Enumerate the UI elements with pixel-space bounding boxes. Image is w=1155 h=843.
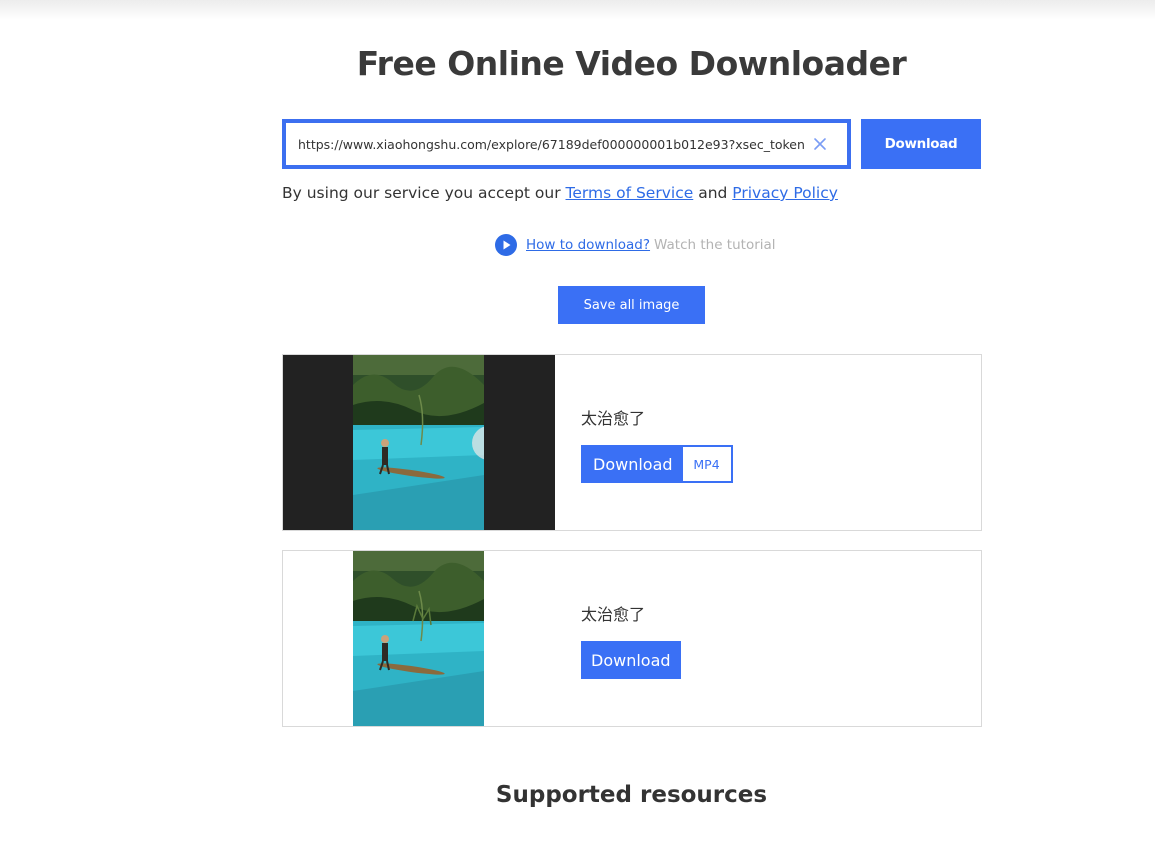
result-title: 太治愈了 [581, 605, 646, 624]
thumbnail-container [283, 355, 555, 530]
result-title: 太治愈了 [581, 409, 646, 428]
download-format-group[interactable]: Download MP4 [581, 445, 733, 483]
page-title: Free Online Video Downloader [356, 44, 907, 83]
url-input[interactable] [298, 136, 808, 152]
result-download-button[interactable]: Download [583, 447, 683, 481]
result-card: 太治愈了 Download [282, 550, 982, 727]
terms-notice: By using our service you accept our Term… [282, 184, 838, 202]
play-circle-icon[interactable] [495, 234, 517, 256]
privacy-policy-link[interactable]: Privacy Policy [732, 184, 838, 202]
supported-resources-heading: Supported resources [495, 782, 768, 808]
how-to-download: How to download? Watch the tutorial [495, 234, 776, 256]
top-shadow [0, 0, 1155, 20]
result-download-button[interactable]: Download [581, 641, 681, 679]
video-play-icon[interactable] [472, 426, 484, 460]
terms-and: and [693, 184, 733, 202]
url-field-wrapper[interactable] [282, 119, 851, 169]
thumbnail-container [283, 551, 555, 726]
download-button[interactable]: Download [861, 119, 981, 169]
terms-of-service-link[interactable]: Terms of Service [566, 184, 694, 202]
video-thumbnail[interactable] [353, 355, 484, 530]
terms-prefix: By using our service you accept our [282, 184, 566, 202]
result-card: 太治愈了 Download MP4 [282, 354, 982, 531]
how-to-download-link[interactable]: How to download? [526, 237, 650, 253]
image-thumbnail[interactable] [353, 551, 484, 726]
format-badge: MP4 [682, 447, 731, 481]
close-icon[interactable] [811, 135, 829, 153]
watch-tutorial-text: Watch the tutorial [654, 237, 776, 253]
save-all-image-button[interactable]: Save all image [558, 286, 705, 324]
